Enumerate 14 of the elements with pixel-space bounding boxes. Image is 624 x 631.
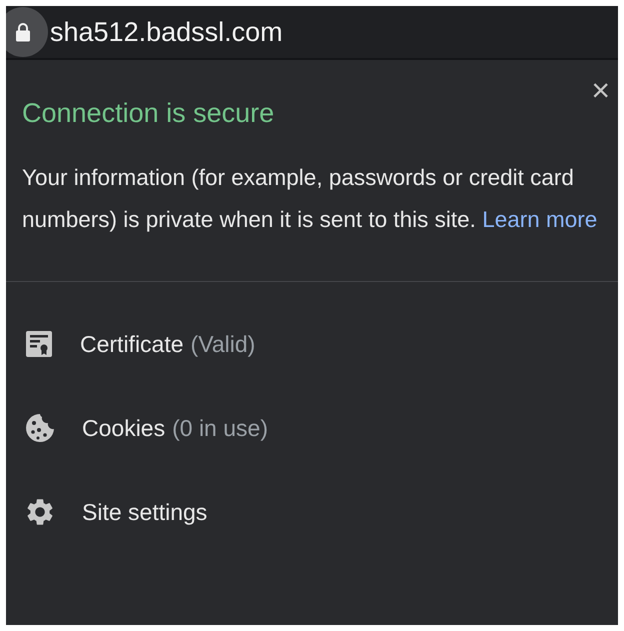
- security-description: Your information (for example, passwords or credit card numbers) is private when it is sent to this site. Learn more: [22, 164, 598, 234]
- certificate-icon: [24, 329, 54, 359]
- learn-more-link[interactable]: Learn more: [482, 207, 598, 232]
- close-button[interactable]: ×: [585, 74, 616, 106]
- menu-item-label[interactable]: Cookies: [82, 414, 166, 442]
- lock-icon: [15, 22, 31, 42]
- connection-status-title: Connection is secure: [22, 98, 276, 129]
- menu-item-status: (0 in use): [172, 414, 268, 442]
- lock-button[interactable]: [6, 7, 48, 57]
- menu-item-label[interactable]: Certificate: [80, 330, 184, 358]
- site-address: sha512.badssl.com: [50, 16, 283, 48]
- cookie-icon: [24, 412, 56, 444]
- menu-item-label[interactable]: Site settings: [82, 498, 208, 526]
- menu-item-status: (Valid): [190, 330, 256, 358]
